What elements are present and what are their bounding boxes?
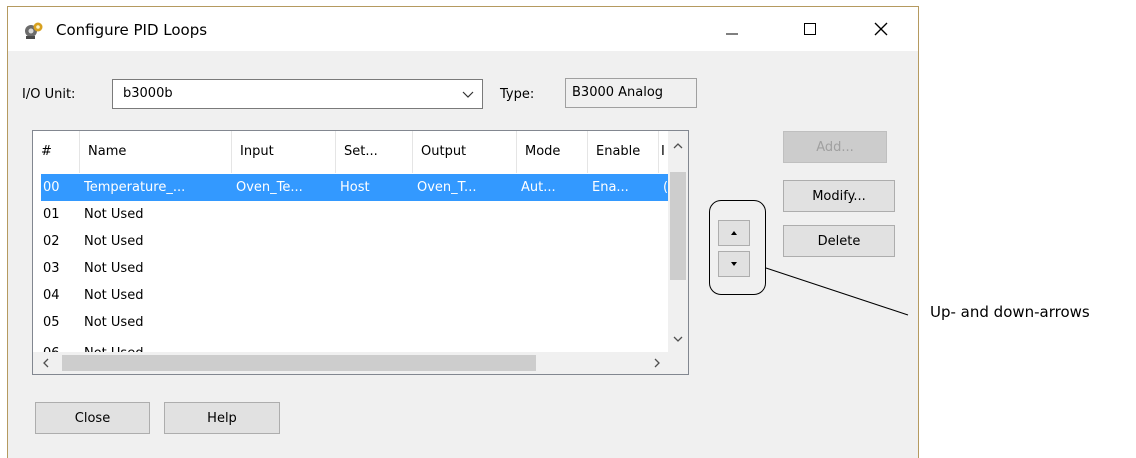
column-header-setpoint[interactable]: Set... xyxy=(336,131,413,173)
column-header-output[interactable]: Output xyxy=(413,131,517,173)
scroll-left-icon[interactable] xyxy=(42,358,50,368)
table-row[interactable]: 00 Temperature_... Oven_Te... Host Oven_… xyxy=(41,174,669,201)
down-arrow-icon xyxy=(731,262,737,266)
column-header-name[interactable]: Name xyxy=(80,131,232,173)
row-number: 02 xyxy=(43,234,60,249)
table-row[interactable]: 01 Not Used xyxy=(41,201,669,228)
configure-pid-loops-dialog: Configure PID Loops I/O Unit: b3000b Typ… xyxy=(7,6,919,458)
up-arrow-icon xyxy=(731,231,737,235)
column-header-input[interactable]: Input xyxy=(232,131,336,173)
close-icon xyxy=(874,22,888,36)
close-button[interactable]: Close xyxy=(35,402,150,434)
modify-button[interactable]: Modify... xyxy=(783,180,895,212)
row-name: Not Used xyxy=(84,234,144,249)
annotation-label: Up- and down-arrows xyxy=(930,303,1090,321)
window-title: Configure PID Loops xyxy=(56,21,208,39)
gear-icon xyxy=(25,22,43,39)
chevron-down-icon xyxy=(462,91,474,98)
scroll-down-icon[interactable] xyxy=(673,335,683,343)
row-number: 05 xyxy=(43,315,60,330)
io-unit-dropdown[interactable]: b3000b xyxy=(112,79,483,109)
row-name: Not Used xyxy=(84,207,144,222)
row-number: 01 xyxy=(43,207,60,222)
move-up-button[interactable] xyxy=(718,220,750,246)
type-display: B3000 Analog xyxy=(565,78,697,108)
minimize-icon xyxy=(726,33,738,35)
row-input: Oven_Te... xyxy=(236,180,303,195)
arrows-callout-frame xyxy=(709,200,766,295)
table-row[interactable]: 05 Not Used xyxy=(41,309,669,336)
scroll-up-icon[interactable] xyxy=(673,142,683,150)
io-unit-label: I/O Unit: xyxy=(22,87,76,102)
delete-button[interactable]: Delete xyxy=(783,225,895,257)
row-number: 03 xyxy=(43,261,60,276)
close-window-button[interactable] xyxy=(858,7,904,51)
row-mode: Aut... xyxy=(521,180,556,195)
vertical-scrollbar[interactable] xyxy=(668,131,688,352)
help-button[interactable]: Help xyxy=(164,402,280,434)
maximize-icon xyxy=(804,23,816,35)
type-value: B3000 Analog xyxy=(572,85,664,100)
row-name: Not Used xyxy=(84,261,144,276)
io-unit-value: b3000b xyxy=(123,86,173,101)
table-row[interactable]: 02 Not Used xyxy=(41,228,669,255)
move-down-button[interactable] xyxy=(718,251,750,277)
row-number: 00 xyxy=(43,180,60,195)
table-row[interactable]: 03 Not Used xyxy=(41,255,669,282)
horizontal-scroll-thumb[interactable] xyxy=(62,355,536,371)
scroll-right-icon[interactable] xyxy=(653,358,661,368)
row-name: Temperature_... xyxy=(84,180,186,195)
row-enable: Ena... xyxy=(592,180,629,195)
title-bar: Configure PID Loops xyxy=(8,7,918,51)
row-name: Not Used xyxy=(84,315,144,330)
row-name: Not Used xyxy=(84,288,144,303)
row-output: Oven_T... xyxy=(417,180,477,195)
maximize-button[interactable] xyxy=(787,7,833,51)
column-header-enable[interactable]: Enable xyxy=(588,131,659,173)
table-row[interactable]: 04 Not Used xyxy=(41,282,669,309)
type-label: Type: xyxy=(500,87,535,102)
row-setpoint: Host xyxy=(340,180,370,195)
pid-loops-list[interactable]: # Name Input Set... Output Mode Enable I… xyxy=(32,130,689,375)
list-header: # Name Input Set... Output Mode Enable I xyxy=(33,131,669,173)
column-header-number[interactable]: # xyxy=(33,131,80,173)
vertical-scroll-thumb[interactable] xyxy=(670,172,686,280)
column-header-mode[interactable]: Mode xyxy=(517,131,588,173)
horizontal-scrollbar[interactable] xyxy=(33,352,688,374)
add-button[interactable]: Add... xyxy=(783,131,887,163)
row-number: 04 xyxy=(43,288,60,303)
minimize-button[interactable] xyxy=(709,7,755,51)
